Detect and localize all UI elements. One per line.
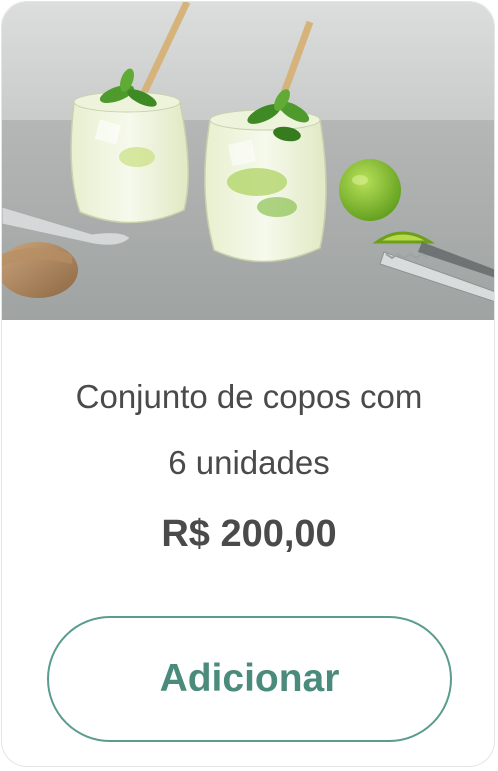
product-image [2,2,494,320]
product-card: Conjunto de copos com 6 unidades R$ 200,… [1,1,495,767]
product-title-line-1: Conjunto de copos com [75,378,423,415]
product-title-line-2: 6 unidades [168,444,330,481]
product-price: R$ 200,00 [161,513,337,555]
product-title: Conjunto de copos com 6 unidades [22,364,476,496]
add-to-cart-button[interactable]: Adicionar [47,616,452,742]
add-button-label: Adicionar [159,657,340,700]
